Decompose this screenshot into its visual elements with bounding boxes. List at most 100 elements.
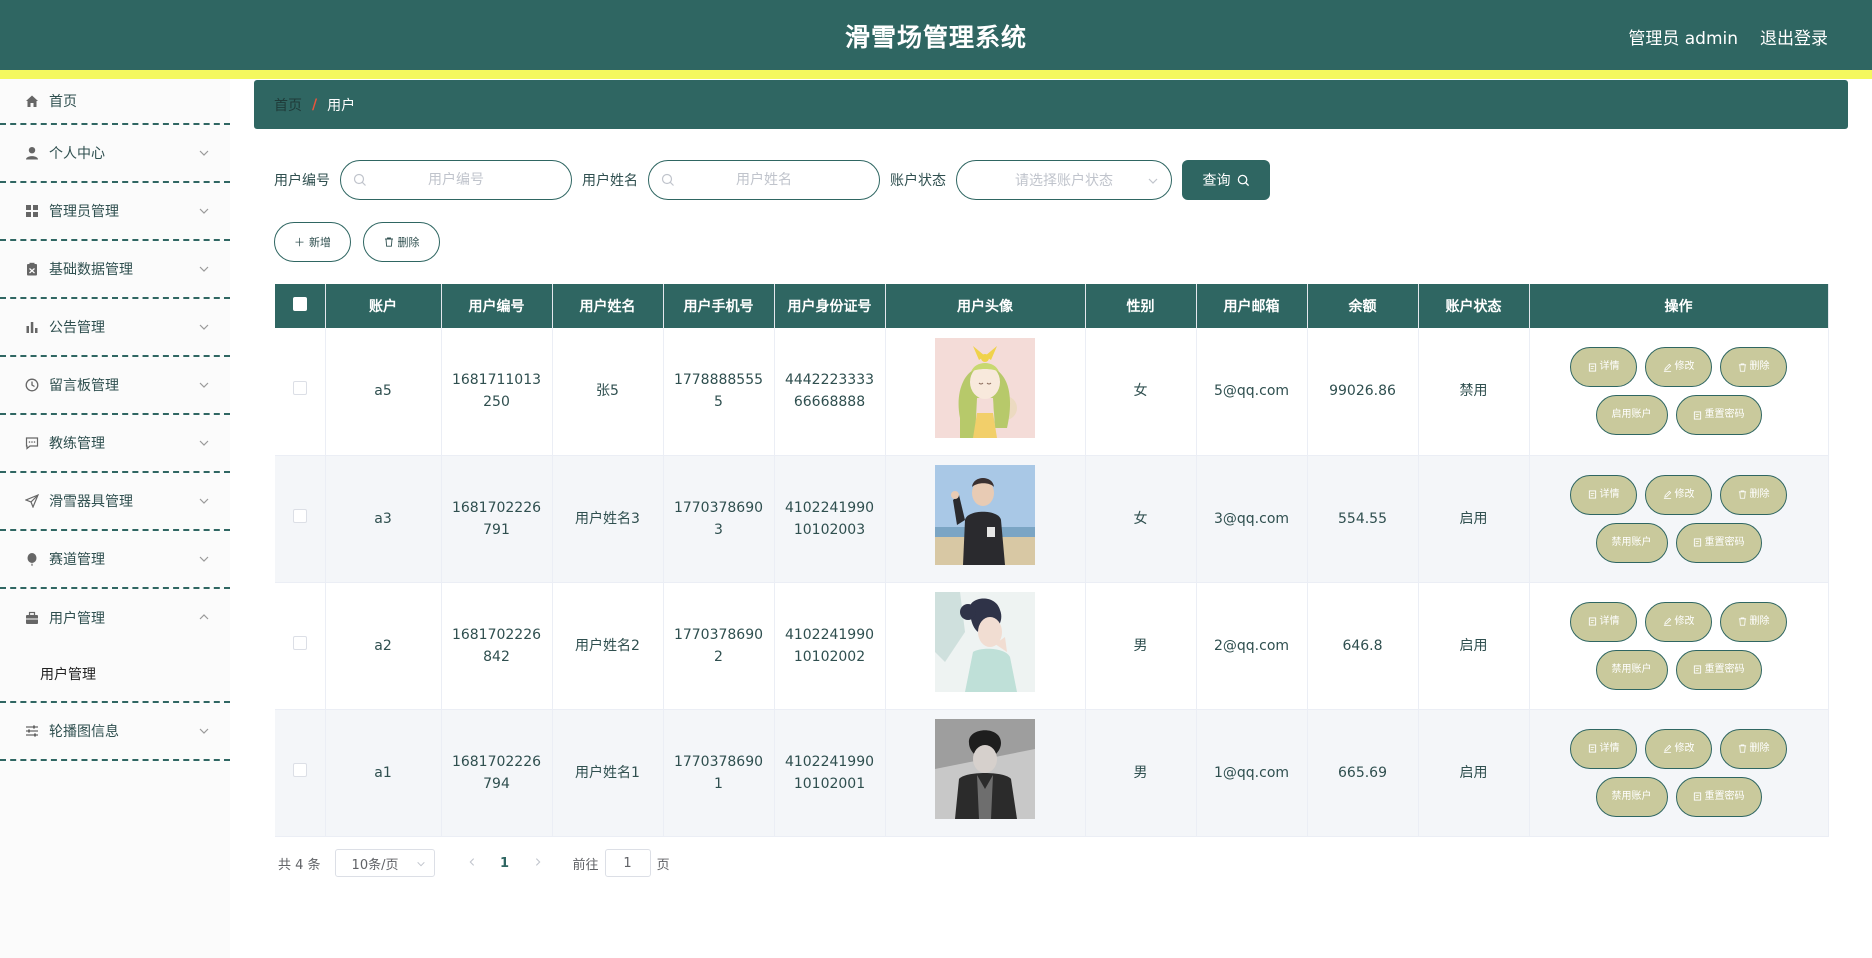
avatar-cell [885, 709, 1086, 837]
detail-button[interactable]: 详情 [1570, 601, 1637, 642]
edit-button[interactable]: 修改 [1645, 347, 1712, 388]
user-no-input[interactable] [366, 172, 546, 188]
sidebar-item-coach[interactable]: 教练管理 [0, 415, 230, 473]
user-no-line: 250 [483, 394, 510, 411]
col-avatar: 用户头像 [885, 284, 1086, 328]
detail-button[interactable]: 详情 [1570, 728, 1637, 769]
app-title: 滑雪场管理系统 [844, 23, 1027, 52]
sidebar-subitem-user-management[interactable]: 用户管理 [0, 647, 230, 703]
sidebar-item-personal-center[interactable]: 个人中心 [0, 125, 230, 183]
sidebar-item-notice[interactable]: 公告管理 [0, 299, 230, 357]
document-icon [1693, 792, 1701, 801]
clipboard-icon [24, 261, 40, 277]
reset-password-label: 重置密码 [1704, 536, 1745, 548]
toggle-account-button[interactable]: 禁用账户 [1595, 649, 1668, 690]
edit-button[interactable]: 修改 [1645, 474, 1712, 515]
sidebar-item-message-board[interactable]: 留言板管理 [0, 357, 230, 415]
delete-button[interactable]: 删除 [1720, 347, 1787, 388]
detail-label: 详情 [1599, 488, 1620, 500]
breadcrumb-home[interactable]: 首页 [274, 95, 302, 115]
edit-button[interactable]: 修改 [1645, 601, 1712, 642]
document-icon [1693, 411, 1701, 420]
reset-password-button[interactable]: 重置密码 [1675, 522, 1762, 563]
phone-line: 1 [714, 775, 723, 792]
row-checkbox[interactable] [292, 508, 307, 523]
logout-button[interactable]: 退出登录 [1760, 24, 1828, 49]
row-checkbox[interactable] [292, 762, 307, 777]
phone-line: 3 [714, 521, 723, 538]
account-cell: a2 [325, 582, 442, 710]
phone-line: 1770378690 [673, 499, 764, 516]
id-number-line: 4102241990 [784, 626, 875, 643]
query-button[interactable]: 查询 [1182, 160, 1270, 200]
avatar[interactable] [935, 465, 1035, 565]
sidebar-item-carousel[interactable]: 轮播图信息 [0, 703, 230, 761]
reset-password-button[interactable]: 重置密码 [1675, 776, 1762, 817]
page-size-value: 10条/页 [351, 857, 399, 873]
next-page-button[interactable] [523, 856, 553, 871]
id-number-line: 4442223333 [784, 372, 875, 389]
delete-button[interactable]: 删除 [1720, 601, 1787, 642]
col-operations: 操作 [1529, 284, 1829, 328]
toggle-account-button[interactable]: 禁用账户 [1595, 776, 1668, 817]
delete-button[interactable]: 删除 [1720, 474, 1787, 515]
goto-page-input[interactable]: 1 [604, 849, 651, 877]
edit-button[interactable]: 修改 [1645, 728, 1712, 769]
detail-label: 详情 [1599, 361, 1620, 373]
balance-cell: 99026.86 [1307, 328, 1419, 456]
avatar[interactable] [935, 337, 1035, 438]
search-form: 用户编号 用户姓名 账户状态 请选择账户状态 查询 [274, 160, 1270, 200]
trash-icon [1738, 490, 1746, 499]
user-no-line: 1681711013 [451, 372, 542, 389]
add-button[interactable]: ＋ 新增 [274, 222, 351, 262]
sidebar-item-label: 公告管理 [49, 320, 105, 336]
account-status-label: 账户状态 [890, 173, 946, 189]
detail-label: 详情 [1599, 742, 1620, 754]
avatar[interactable] [935, 719, 1035, 819]
user-no-cell: 1681702226 842 [441, 582, 553, 710]
header-accent-strip [0, 70, 1872, 79]
phone-cell: 1778888555 5 [663, 328, 775, 456]
toggle-account-button[interactable]: 启用账户 [1595, 395, 1668, 436]
user-name-input[interactable] [674, 172, 854, 188]
toggle-account-button[interactable]: 禁用账户 [1595, 522, 1668, 563]
select-all-checkbox[interactable] [292, 297, 307, 311]
detail-button[interactable]: 详情 [1570, 474, 1637, 515]
user-no-cell: 1681702226 791 [441, 455, 553, 583]
trash-icon [384, 237, 393, 247]
search-icon [353, 173, 366, 186]
status-cell: 启用 [1418, 455, 1530, 583]
col-user-name: 用户姓名 [552, 284, 664, 328]
avatar-cell [885, 455, 1086, 583]
id-number-line: 66668888 [793, 394, 866, 411]
page-size-select[interactable]: 10条/页 [334, 849, 435, 877]
batch-delete-button[interactable]: 删除 [363, 222, 440, 262]
sidebar-item-user-management[interactable]: 用户管理 [0, 589, 230, 647]
avatar[interactable] [935, 592, 1035, 692]
sidebar-item-ski-equipment[interactable]: 滑雪器具管理 [0, 473, 230, 531]
col-email: 用户邮箱 [1196, 284, 1308, 328]
edit-icon [1663, 490, 1671, 499]
sidebar-item-admin-management[interactable]: 管理员管理 [0, 183, 230, 241]
account-status-select[interactable]: 请选择账户状态 [956, 160, 1172, 200]
detail-button[interactable]: 详情 [1570, 347, 1637, 388]
detail-label: 详情 [1599, 615, 1620, 627]
avatar-cell [885, 582, 1086, 710]
delete-label: 删除 [1749, 361, 1770, 373]
delete-button[interactable]: 删除 [1720, 728, 1787, 769]
user-name-field [648, 160, 880, 200]
page-number-1[interactable]: 1 [487, 856, 523, 871]
id-number-line: 4102241990 [784, 753, 875, 770]
reset-password-button[interactable]: 重置密码 [1675, 395, 1762, 436]
row-checkbox[interactable] [292, 635, 307, 650]
table-actions: ＋ 新增 删除 [274, 222, 452, 262]
user-no-cell: 1681702226 794 [441, 709, 553, 837]
sidebar-item-home[interactable]: 首页 [0, 79, 230, 125]
sidebar-item-track[interactable]: 赛道管理 [0, 531, 230, 589]
user-icon [24, 145, 40, 161]
row-checkbox[interactable] [292, 381, 307, 396]
sidebar-item-base-data[interactable]: 基础数据管理 [0, 241, 230, 299]
reset-password-button[interactable]: 重置密码 [1675, 649, 1762, 690]
user-name-label: 用户姓名 [582, 173, 638, 189]
prev-page-button[interactable] [457, 856, 487, 871]
